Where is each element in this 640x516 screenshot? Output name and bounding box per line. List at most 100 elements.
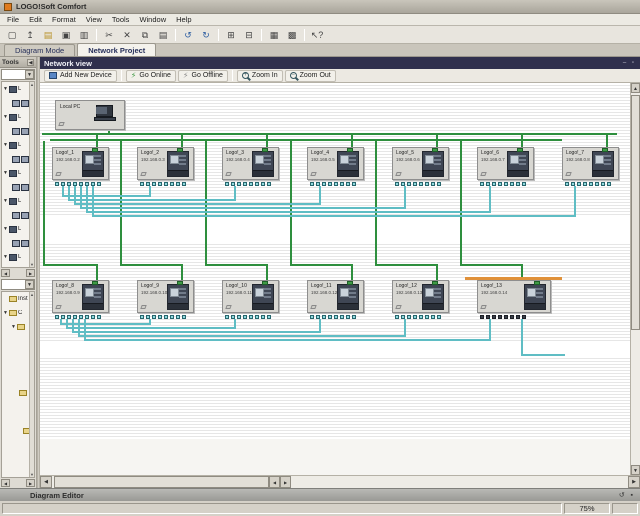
cut-icon[interactable]: ✂: [101, 28, 117, 42]
delete-icon[interactable]: ✕: [119, 28, 135, 42]
device-name: Logo!_13: [481, 283, 502, 289]
menu-format[interactable]: Format: [47, 14, 81, 25]
logo-module-icon: [9, 197, 17, 205]
green-wire: [266, 266, 268, 280]
ethernet-port-icon: [158, 315, 162, 319]
logo-device-node[interactable]: Logo!_4 192.168.0.5: [307, 147, 364, 186]
ethernet-port-icon: [316, 182, 320, 186]
logo-device-node[interactable]: Logo!_6 192.168.0.7: [477, 147, 534, 186]
copy-icon[interactable]: ⧉: [137, 28, 153, 42]
ethernet-port-icon: [85, 182, 89, 186]
paste-icon[interactable]: ▤: [155, 28, 171, 42]
scroll-right-icon[interactable]: ▶: [26, 479, 35, 487]
image-icon[interactable]: ▩: [284, 28, 300, 42]
ethernet-port-icon: [310, 182, 314, 186]
grid-icon[interactable]: ⊞: [223, 28, 239, 42]
tree-vertical-scrollbar[interactable]: ▲ ▼: [29, 292, 34, 477]
logo-device-node[interactable]: Logo!_2 192.168.0.3: [137, 147, 194, 186]
ethernet-port-icon: [73, 182, 77, 186]
print-icon[interactable]: ▥: [76, 28, 92, 42]
device-ip: 192.168.0.13: [396, 290, 423, 295]
edit-icon: [310, 305, 317, 309]
chevron-down-icon: ▼: [25, 70, 34, 79]
tab-network-project[interactable]: Network Project: [77, 43, 157, 56]
open-folder-icon[interactable]: ▤: [40, 28, 56, 42]
undo-icon[interactable]: ↺: [180, 28, 196, 42]
logo-device-node[interactable]: Logo!_5 192.168.0.6: [392, 147, 449, 186]
diagram-editor-bar[interactable]: Diagram Editor ↺ ▪: [0, 488, 640, 501]
go-online-button[interactable]: ⚡ Go Online: [125, 69, 176, 82]
device-ip: 192.168.0.2: [56, 157, 80, 162]
logo-device-node[interactable]: Logo!_13 192.168.0.14: [477, 280, 551, 319]
diagram-editor-window-icons[interactable]: ↺ ▪: [619, 491, 635, 499]
logo-device-node[interactable]: Logo!_8 192.168.0.9: [52, 280, 109, 319]
save-icon[interactable]: ▣: [58, 28, 74, 42]
logo-module-icon: [12, 239, 20, 247]
redo-icon[interactable]: ↻: [198, 28, 214, 42]
zoom-out-button[interactable]: − Zoom Out: [284, 69, 336, 82]
logo-module-image: [422, 148, 444, 177]
menu-view[interactable]: View: [81, 14, 107, 25]
collapse-sidebar-button[interactable]: ◀: [27, 58, 34, 66]
import-icon[interactable]: ↥: [22, 28, 38, 42]
help-cursor-icon[interactable]: ↖?: [309, 28, 325, 42]
tree-horizontal-scrollbar[interactable]: ◀ ▶: [0, 478, 36, 488]
teal-wire: [234, 319, 236, 329]
vertical-scrollbar[interactable]: ▲ ▼: [630, 83, 640, 475]
scrollbar-split-handle[interactable]: ◀ ▶: [269, 476, 291, 488]
device-ip: 192.168.0.5: [311, 157, 335, 162]
tree-horizontal-scrollbar[interactable]: ◀ ▶: [0, 268, 36, 278]
network-canvas[interactable]: Local PC Logo!_1 192.168.0.2 Logo!_2 192…: [40, 83, 630, 475]
logo-module-image: [252, 281, 274, 310]
tab-diagram-mode[interactable]: Diagram Mode: [4, 44, 76, 56]
network-toolbar: Add New Device ⚡ Go Online ⚡ Go Offline + Zoom…: [40, 69, 640, 83]
scroll-up-icon[interactable]: ▲: [631, 83, 640, 93]
network-view-panel: Network view – ▫ Add New Device ⚡ Go Onlin…: [40, 57, 640, 488]
logo-device-node[interactable]: Logo!_1 192.168.0.2: [52, 147, 109, 186]
edit-icon: [395, 172, 402, 176]
instructions-dropdown[interactable]: ▼: [1, 279, 35, 290]
logo-module-icon: [9, 253, 17, 261]
app-logo-icon: [4, 2, 12, 11]
menu-edit[interactable]: Edit: [24, 14, 47, 25]
logo-module-image: [592, 148, 614, 177]
menu-tools[interactable]: Tools: [107, 14, 135, 25]
local-pc-node[interactable]: Local PC: [55, 100, 125, 130]
status-end-panel: [612, 503, 638, 514]
scroll-left-icon[interactable]: ◀: [40, 476, 52, 488]
edit-icon: [55, 172, 62, 176]
panel-window-icons[interactable]: – ▫: [623, 60, 636, 66]
logo-device-node[interactable]: Logo!_12 192.168.0.13: [392, 280, 449, 319]
horizontal-scroll-thumb[interactable]: [54, 476, 269, 488]
zoom-in-button[interactable]: + Zoom In: [236, 69, 283, 82]
tree-vertical-scrollbar[interactable]: ▲ ▼: [29, 82, 34, 267]
ethernet-port-icon: [571, 182, 575, 186]
ethernet-port-icon: [589, 182, 593, 186]
vertical-scroll-thumb[interactable]: [631, 95, 640, 330]
ethernet-port-icon: [340, 315, 344, 319]
logo-device-node[interactable]: Logo!_10 192.168.0.11: [222, 280, 279, 319]
scroll-right-icon[interactable]: ▶: [26, 269, 35, 277]
logo-device-node[interactable]: Logo!_3 192.168.0.4: [222, 147, 279, 186]
table-icon[interactable]: ▦: [266, 28, 282, 42]
new-file-icon[interactable]: ▢: [4, 28, 20, 42]
ethernet-port-icon: [486, 182, 490, 186]
go-offline-button[interactable]: ⚡ Go Offline: [177, 69, 228, 82]
scroll-right-icon[interactable]: ▶: [628, 476, 640, 488]
horizontal-scrollbar[interactable]: ◀ ◀ ▶ ▶: [40, 475, 640, 488]
scroll-down-icon[interactable]: ▼: [631, 465, 640, 475]
menu-window[interactable]: Window: [134, 14, 171, 25]
split-grid-icon[interactable]: ⊟: [241, 28, 257, 42]
scroll-left-icon[interactable]: ◀: [1, 269, 10, 277]
menu-help[interactable]: Help: [171, 14, 196, 25]
scroll-left-icon[interactable]: ◀: [1, 479, 10, 487]
device-port-row: [565, 182, 613, 186]
logo-device-node[interactable]: Logo!_11 192.168.0.12: [307, 280, 364, 319]
add-new-device-button[interactable]: Add New Device: [44, 69, 117, 82]
logo-device-node[interactable]: Logo!_7 192.168.0.8: [562, 147, 619, 186]
green-wire: [205, 264, 268, 266]
tools-category-dropdown[interactable]: ▼: [1, 69, 35, 80]
logo-device-node[interactable]: Logo!_9 192.168.0.10: [137, 280, 194, 319]
menu-file[interactable]: File: [2, 14, 24, 25]
ethernet-port-icon: [55, 315, 59, 319]
